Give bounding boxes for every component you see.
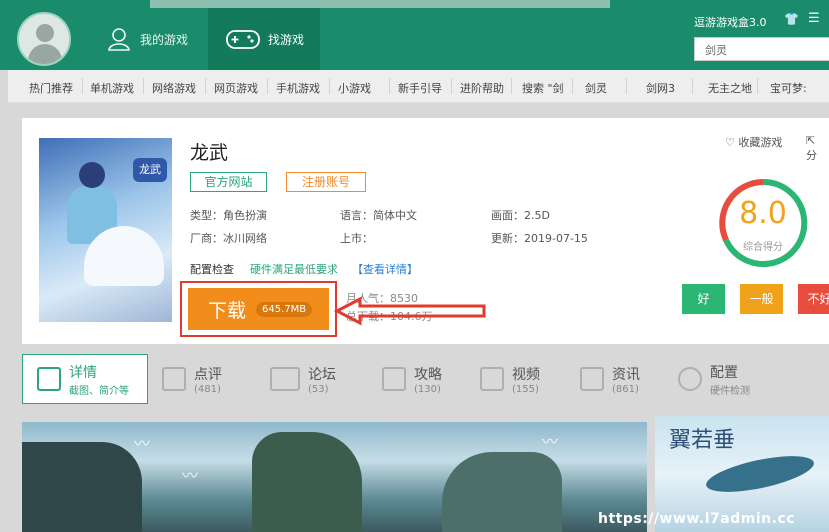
category-item[interactable]: 热门推荐 <box>29 80 73 96</box>
tab-label: 资讯 <box>612 366 640 383</box>
meta-launch: 上市： <box>340 232 373 245</box>
score-value: 8.0 <box>739 196 787 231</box>
category-item[interactable]: 网络游戏 <box>152 80 196 96</box>
document-icon <box>37 367 61 391</box>
register-account-button[interactable]: 注册账号 <box>286 172 366 192</box>
score-ring: 8.0 综合得分 <box>716 176 810 270</box>
category-item[interactable]: 剑网3 <box>646 80 675 96</box>
official-site-button[interactable]: 官方网站 <box>190 172 267 192</box>
tab-news[interactable]: 资讯 (861) <box>580 354 680 404</box>
meta-type: 类型：角色扮演 <box>190 209 267 222</box>
category-item[interactable]: 剑灵 <box>585 80 607 96</box>
meta-language: 语言：简体中文 <box>340 209 417 222</box>
category-item[interactable]: 单机游戏 <box>90 80 134 96</box>
game-cover-image: 龙武 <box>39 138 172 322</box>
score-caption: 综合得分 <box>743 242 783 253</box>
detail-tabs: 详情 截图、简介等 点评 (481) 论坛 (53) 攻略 (130) 视频 (155) … <box>22 354 829 406</box>
config-status: 硬件满足最低要求 <box>250 263 338 276</box>
category-item[interactable]: 搜索 "剑 <box>522 80 564 96</box>
tab-forum[interactable]: 论坛 (53) <box>270 354 370 404</box>
gear-icon <box>678 367 702 391</box>
category-item[interactable]: 手机游戏 <box>276 80 320 96</box>
crane-figure: 〰 <box>542 432 559 451</box>
share-icon: ⇱ <box>806 134 816 147</box>
gamepad-icon <box>226 30 260 49</box>
skin-icon[interactable]: 👕 <box>784 12 799 26</box>
config-detail-link[interactable]: 【查看详情】 <box>352 261 418 277</box>
user-avatar[interactable] <box>17 12 71 66</box>
app-window: 我的游戏 找游戏 逗游游戏盒3.0 👕 ☰ 剑灵 热门推荐 单机游戏 网络游戏 … <box>0 0 829 532</box>
tab-sub: (861) <box>612 383 639 395</box>
download-button[interactable]: 下载 645.7MB <box>188 288 329 330</box>
cover-logo: 龙武 <box>133 158 167 182</box>
share-label: 分 <box>806 149 817 162</box>
user-icon <box>108 28 130 51</box>
game-title: 龙武 <box>190 142 229 164</box>
favorite-game-button[interactable]: ♡ 收藏游戏 <box>725 134 782 150</box>
tab-reviews[interactable]: 点评 (481) <box>162 354 258 404</box>
meta-vendor: 厂商：冰川网络 <box>190 232 267 245</box>
newspaper-icon <box>580 367 604 391</box>
menu-icon[interactable]: ☰ <box>808 11 820 26</box>
download-highlight-box: 下载 645.7MB <box>180 281 337 337</box>
screenshot-banner[interactable]: 〰 〰 〰 <box>22 422 647 532</box>
tab-config[interactable]: 配置 硬件检测 <box>678 354 798 404</box>
tab-label: 攻略 <box>414 366 442 383</box>
tab-my-games-label: 我的游戏 <box>140 32 189 47</box>
heart-icon: ♡ <box>725 136 735 149</box>
tab-sub: (130) <box>414 383 441 395</box>
browser-url-strip <box>150 0 610 8</box>
side-banner-text: 翼若垂 <box>669 428 736 453</box>
crane-figure: 〰 <box>182 466 199 485</box>
play-icon <box>480 367 504 391</box>
category-item[interactable]: 宝可梦: <box>770 80 807 96</box>
tab-label: 论坛 <box>308 366 336 383</box>
game-detail-panel: 龙武 龙武 官方网站 注册账号 类型：角色扮演 语言：简体中文 画面：2.5D … <box>22 118 829 344</box>
download-label: 下载 <box>208 299 247 322</box>
share-button[interactable]: ⇱ 分 <box>806 134 829 163</box>
search-input[interactable]: 剑灵 <box>694 37 829 61</box>
tab-label: 点评 <box>194 366 222 383</box>
tab-sub: (481) <box>194 383 221 395</box>
chat-icon <box>270 367 300 391</box>
tab-videos[interactable]: 视频 (155) <box>480 354 580 404</box>
download-size-badge: 645.7MB <box>256 301 313 317</box>
tab-find-games[interactable]: 找游戏 <box>208 8 320 70</box>
favorite-label: 收藏游戏 <box>738 136 783 149</box>
meta-screen: 画面：2.5D <box>491 209 550 222</box>
category-item[interactable]: 无主之地 <box>708 80 752 96</box>
tab-label: 配置 <box>710 364 738 381</box>
app-title: 逗游游戏盒3.0 <box>694 16 767 29</box>
red-arrow-annotation <box>334 296 486 326</box>
tab-my-games[interactable]: 我的游戏 <box>96 8 208 70</box>
meta-update: 更新：2019-07-15 <box>491 232 588 245</box>
category-item[interactable]: 新手引导 <box>398 80 442 96</box>
tab-find-games-label: 找游戏 <box>268 32 305 47</box>
rate-normal-button[interactable]: 一般 <box>740 284 783 314</box>
bookmark-icon <box>382 367 406 391</box>
rate-good-button[interactable]: 好 <box>682 284 725 314</box>
tab-sub: (53) <box>308 383 329 395</box>
tab-details[interactable]: 详情 截图、简介等 <box>22 354 148 404</box>
config-check-label: 配置检查 <box>190 263 234 276</box>
tab-sub: (155) <box>512 383 539 395</box>
top-header: 我的游戏 找游戏 逗游游戏盒3.0 👕 ☰ 剑灵 <box>0 0 829 70</box>
crane-figure: 〰 <box>134 434 151 453</box>
tab-label: 视频 <box>512 366 540 383</box>
tab-sub: 截图、简介等 <box>69 385 129 397</box>
tab-label: 详情 <box>69 364 97 381</box>
tab-sub: 硬件检测 <box>710 385 750 397</box>
watermark-text: https://www.l7admin.cc <box>598 511 796 527</box>
rate-bad-button[interactable]: 不好 <box>798 284 829 314</box>
category-item[interactable]: 进阶帮助 <box>460 80 504 96</box>
tab-guides[interactable]: 攻略 (130) <box>382 354 482 404</box>
category-item[interactable]: 网页游戏 <box>214 80 258 96</box>
category-item[interactable]: 小游戏 <box>338 80 371 96</box>
category-bar: 热门推荐 单机游戏 网络游戏 网页游戏 手机游戏 小游戏 新手引导 进阶帮助 搜… <box>8 70 829 103</box>
edit-icon <box>162 367 186 391</box>
